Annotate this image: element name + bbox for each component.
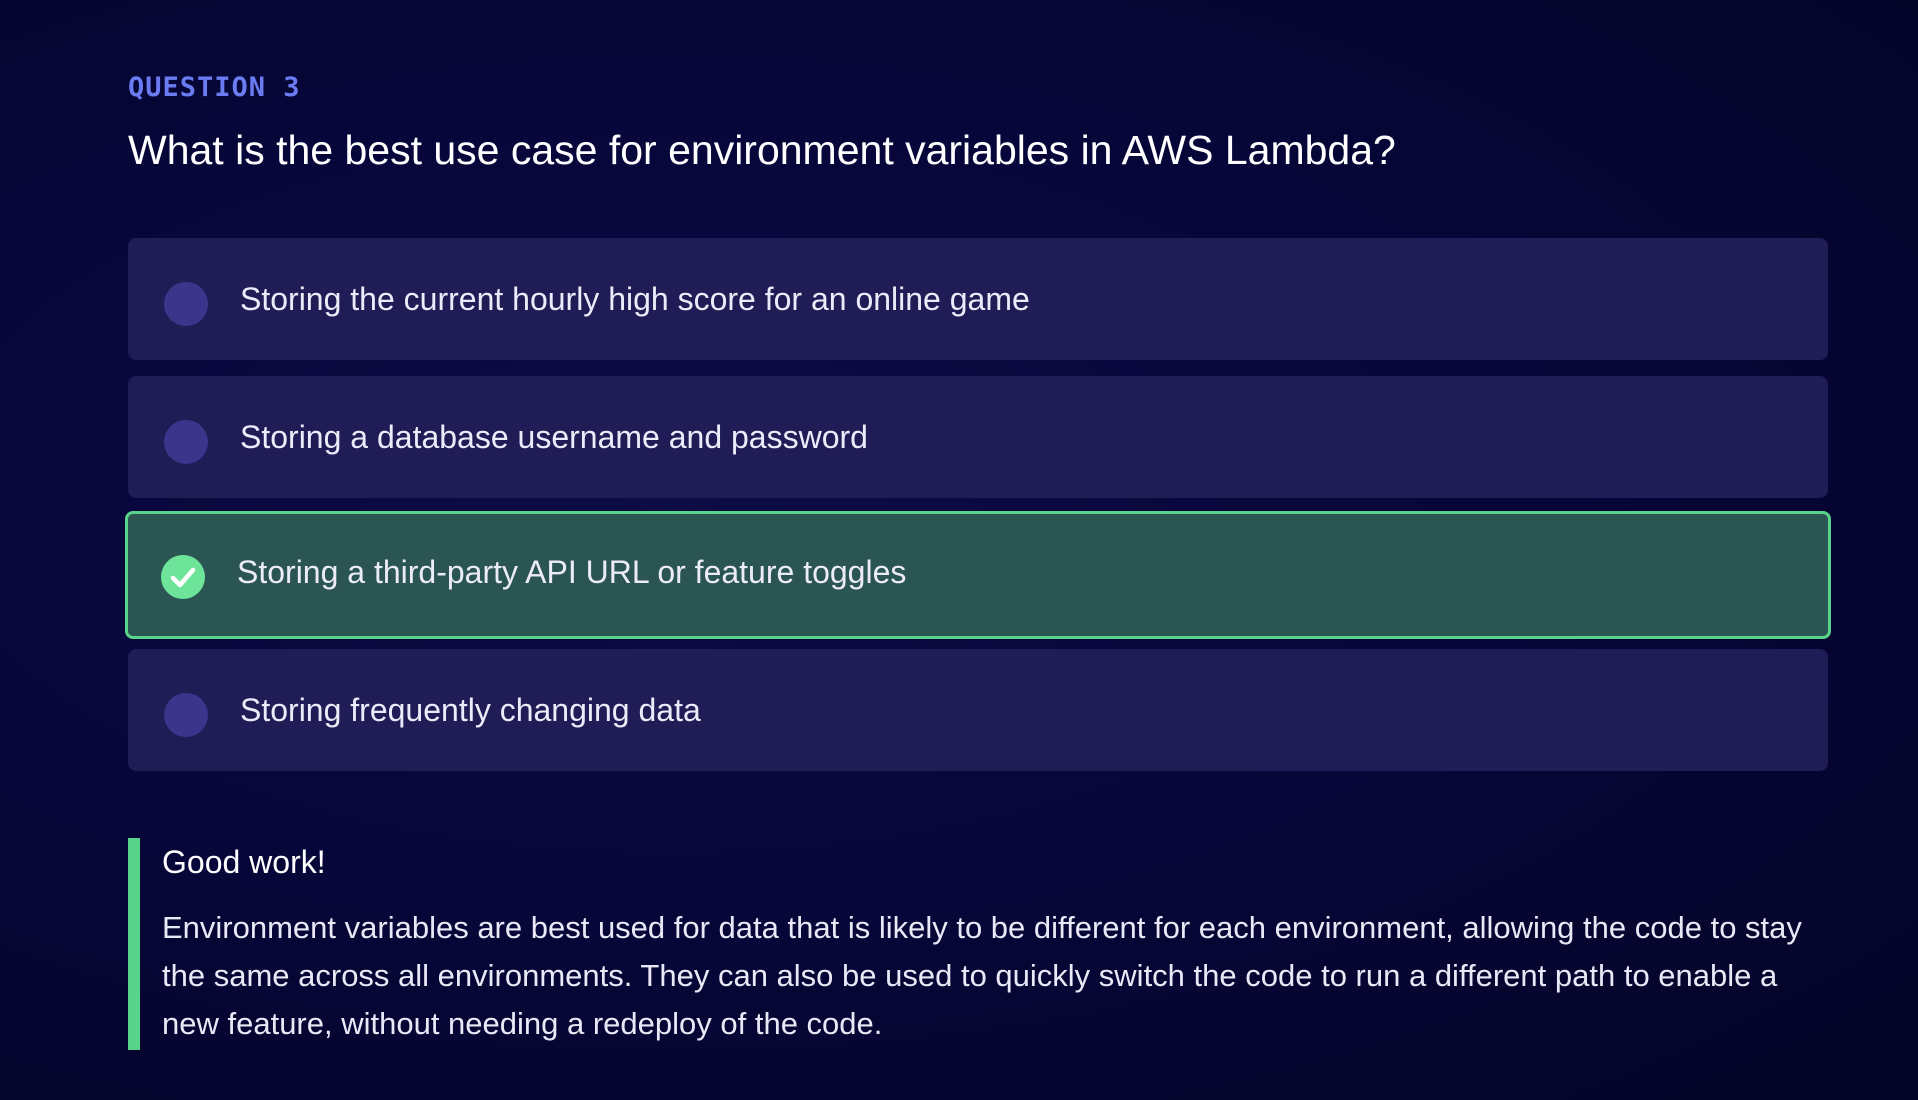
answer-option-label: Storing a third-party API URL or feature… [237, 554, 907, 590]
answer-option-label: Storing frequently changing data [240, 692, 701, 728]
feedback-title: Good work! [162, 844, 326, 880]
answer-option-1[interactable]: Storing the current hourly high score fo… [128, 238, 1828, 360]
question-title: What is the best use case for environmen… [128, 127, 1396, 173]
answer-option-3[interactable]: Storing a third-party API URL or feature… [125, 511, 1831, 639]
answer-option-2[interactable]: Storing a database username and password [128, 376, 1828, 498]
radio-icon[interactable] [164, 420, 208, 464]
radio-icon[interactable] [164, 693, 208, 737]
feedback-callout: Good work! Environment variables are bes… [128, 838, 1828, 1050]
answer-options: Storing the current hourly high score fo… [125, 238, 1831, 787]
answer-option-label: Storing a database username and password [240, 419, 868, 455]
radio-icon[interactable] [164, 282, 208, 326]
question-number: QUESTION 3 [128, 72, 301, 103]
feedback-body: Environment variables are best used for … [162, 910, 1802, 1041]
answer-option-label: Storing the current hourly high score fo… [240, 281, 1030, 317]
answer-option-4[interactable]: Storing frequently changing data [128, 649, 1828, 771]
check-icon[interactable] [161, 555, 205, 599]
